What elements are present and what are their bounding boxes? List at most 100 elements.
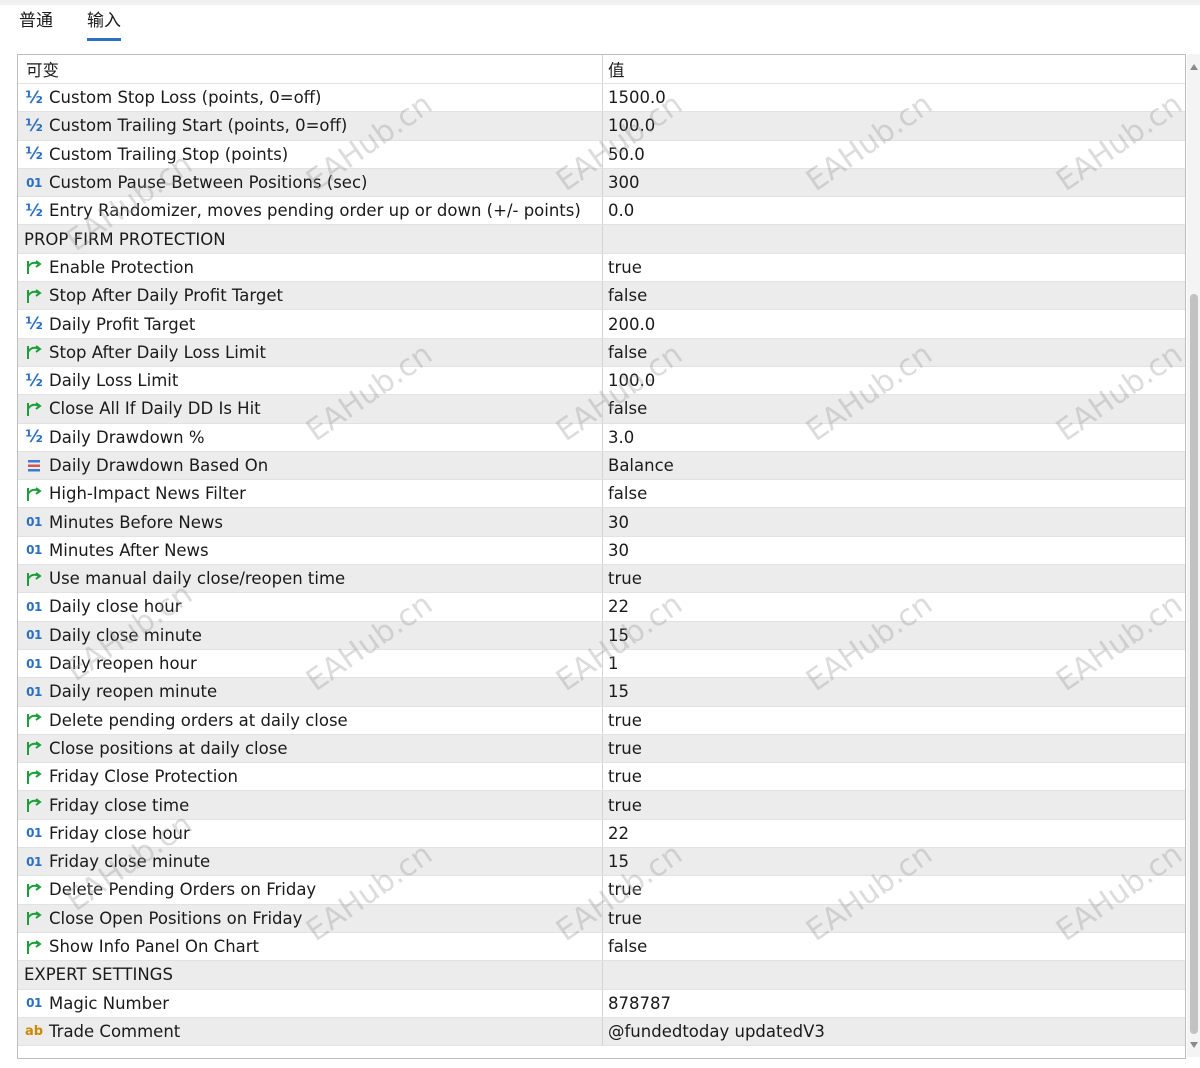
value-cell[interactable]: @fundedtoday updatedV3: [603, 1018, 1185, 1045]
table-row[interactable]: Enable Protection true: [18, 253, 1185, 283]
variable-cell[interactable]: ½ Custom Stop Loss (points, 0=off): [18, 84, 602, 111]
variable-cell[interactable]: ½ Daily Loss Limit: [18, 367, 602, 394]
value-cell[interactable]: 22: [603, 593, 1185, 620]
variable-cell[interactable]: Close positions at daily close: [18, 735, 602, 762]
header-value[interactable]: 值: [603, 55, 1185, 83]
table-row[interactable]: 01 Daily close hour 22: [18, 593, 1185, 622]
table-row[interactable]: Friday Close Protection true: [18, 763, 1185, 792]
variable-cell[interactable]: ½ Daily Drawdown %: [18, 424, 602, 451]
table-row[interactable]: 01 Daily close minute 15: [18, 621, 1185, 650]
header-variable[interactable]: 可变: [18, 55, 602, 83]
variable-cell[interactable]: 01 Friday close hour: [18, 820, 602, 847]
table-row[interactable]: ½ Custom Trailing Stop (points) 50.0: [18, 140, 1185, 169]
table-row[interactable]: ½ Entry Randomizer, moves pending order u…: [18, 197, 1185, 226]
value-cell[interactable]: true: [603, 791, 1185, 818]
value-cell[interactable]: true: [603, 876, 1185, 903]
tab-general[interactable]: 普通: [19, 10, 53, 32]
variable-cell[interactable]: Enable Protection: [18, 254, 602, 281]
value-cell[interactable]: 15: [603, 622, 1185, 649]
table-row[interactable]: 01 Friday close hour 22: [18, 819, 1185, 849]
table-row[interactable]: Delete pending orders at daily close true: [18, 706, 1185, 735]
variable-cell[interactable]: Delete Pending Orders on Friday: [18, 876, 602, 903]
table-row[interactable]: ½ Daily Loss Limit 100.0: [18, 366, 1185, 396]
variable-cell[interactable]: ½ Daily Profit Target: [18, 310, 602, 337]
variable-cell[interactable]: Daily Drawdown Based On: [18, 452, 602, 479]
variable-cell[interactable]: 01 Daily close minute: [18, 622, 602, 649]
table-row[interactable]: 01 Daily reopen hour 1: [18, 649, 1185, 679]
value-cell[interactable]: 200.0: [603, 310, 1185, 337]
table-row[interactable]: ab Trade Comment @fundedtoday updatedV3: [18, 1017, 1185, 1047]
table-row[interactable]: ½ Daily Profit Target 200.0: [18, 310, 1185, 339]
variable-cell[interactable]: 01 Minutes Before News: [18, 508, 602, 535]
scroll-down-arrow-icon[interactable]: [1190, 1042, 1198, 1048]
value-cell[interactable]: 0.0: [603, 197, 1185, 224]
table-row[interactable]: Friday close time true: [18, 791, 1185, 820]
value-cell[interactable]: false: [603, 395, 1185, 422]
table-row[interactable]: 01 Minutes After News 30: [18, 536, 1185, 566]
table-row[interactable]: Close All If Daily DD Is Hit false: [18, 395, 1185, 424]
value-cell[interactable]: true: [603, 735, 1185, 762]
section-row[interactable]: PROP FIRM PROTECTION: [18, 225, 1185, 254]
section-row[interactable]: EXPERT SETTINGS: [18, 961, 1185, 990]
table-row[interactable]: Stop After Daily Profit Target false: [18, 282, 1185, 311]
variable-cell[interactable]: ½ Entry Randomizer, moves pending order u…: [18, 197, 602, 224]
value-cell[interactable]: 100.0: [603, 112, 1185, 139]
value-cell[interactable]: true: [603, 565, 1185, 592]
variable-cell[interactable]: Stop After Daily Loss Limit: [18, 339, 602, 366]
variable-cell[interactable]: Stop After Daily Profit Target: [18, 282, 602, 309]
variable-cell[interactable]: Close Open Positions on Friday: [18, 905, 602, 932]
value-cell[interactable]: false: [603, 480, 1185, 507]
variable-cell[interactable]: 01 Friday close minute: [18, 848, 602, 875]
value-cell[interactable]: 1: [603, 650, 1185, 677]
value-cell[interactable]: 30: [603, 537, 1185, 564]
table-row[interactable]: 01 Magic Number 878787: [18, 989, 1185, 1018]
table-row[interactable]: 01 Minutes Before News 30: [18, 508, 1185, 537]
table-row[interactable]: ½ Custom Trailing Start (points, 0=off) 10…: [18, 112, 1185, 141]
variable-cell[interactable]: Delete pending orders at daily close: [18, 707, 602, 734]
table-row[interactable]: Close Open Positions on Friday true: [18, 904, 1185, 933]
value-cell[interactable]: true: [603, 763, 1185, 790]
value-cell[interactable]: 100.0: [603, 367, 1185, 394]
value-cell[interactable]: 22: [603, 820, 1185, 847]
variable-cell[interactable]: High-Impact News Filter: [18, 480, 602, 507]
value-cell[interactable]: false: [603, 933, 1185, 960]
variable-cell[interactable]: ab Trade Comment: [18, 1018, 602, 1045]
variable-cell[interactable]: 01 Minutes After News: [18, 537, 602, 564]
variable-cell[interactable]: Friday close time: [18, 791, 602, 818]
vertical-scrollbar[interactable]: [1187, 54, 1200, 1057]
variable-cell[interactable]: 01 Magic Number: [18, 990, 602, 1017]
value-cell[interactable]: true: [603, 254, 1185, 281]
table-row[interactable]: ½ Custom Stop Loss (points, 0=off) 1500.0: [18, 84, 1185, 113]
value-cell[interactable]: 30: [603, 508, 1185, 535]
table-row[interactable]: Show Info Panel On Chart false: [18, 932, 1185, 962]
scroll-up-arrow-icon[interactable]: [1190, 64, 1198, 70]
table-row[interactable]: Use manual daily close/reopen time true: [18, 565, 1185, 594]
variable-cell[interactable]: Show Info Panel On Chart: [18, 933, 602, 960]
variable-cell[interactable]: Use manual daily close/reopen time: [18, 565, 602, 592]
value-cell[interactable]: 878787: [603, 990, 1185, 1017]
table-row[interactable]: Delete Pending Orders on Friday true: [18, 876, 1185, 905]
value-cell[interactable]: true: [603, 905, 1185, 932]
value-cell[interactable]: 15: [603, 848, 1185, 875]
table-row[interactable]: 01 Custom Pause Between Positions (sec) 30…: [18, 168, 1185, 198]
value-cell[interactable]: false: [603, 282, 1185, 309]
variable-cell[interactable]: PROP FIRM PROTECTION: [18, 225, 602, 252]
variable-cell[interactable]: 01 Daily close hour: [18, 593, 602, 620]
variable-cell[interactable]: EXPERT SETTINGS: [18, 961, 602, 988]
table-row[interactable]: Daily Drawdown Based On Balance: [18, 451, 1185, 481]
value-cell[interactable]: true: [603, 707, 1185, 734]
variable-cell[interactable]: Friday Close Protection: [18, 763, 602, 790]
value-cell[interactable]: Balance: [603, 452, 1185, 479]
table-row[interactable]: High-Impact News Filter false: [18, 480, 1185, 509]
variable-cell[interactable]: 01 Daily reopen minute: [18, 678, 602, 705]
value-cell[interactable]: 3.0: [603, 424, 1185, 451]
value-cell[interactable]: 15: [603, 678, 1185, 705]
value-cell[interactable]: 300: [603, 169, 1185, 196]
variable-cell[interactable]: 01 Custom Pause Between Positions (sec): [18, 169, 602, 196]
value-cell[interactable]: false: [603, 339, 1185, 366]
table-row[interactable]: Stop After Daily Loss Limit false: [18, 338, 1185, 367]
variable-cell[interactable]: 01 Daily reopen hour: [18, 650, 602, 677]
value-cell[interactable]: 1500.0: [603, 84, 1185, 111]
variable-cell[interactable]: ½ Custom Trailing Start (points, 0=off): [18, 112, 602, 139]
table-row[interactable]: 01 Daily reopen minute 15: [18, 678, 1185, 707]
